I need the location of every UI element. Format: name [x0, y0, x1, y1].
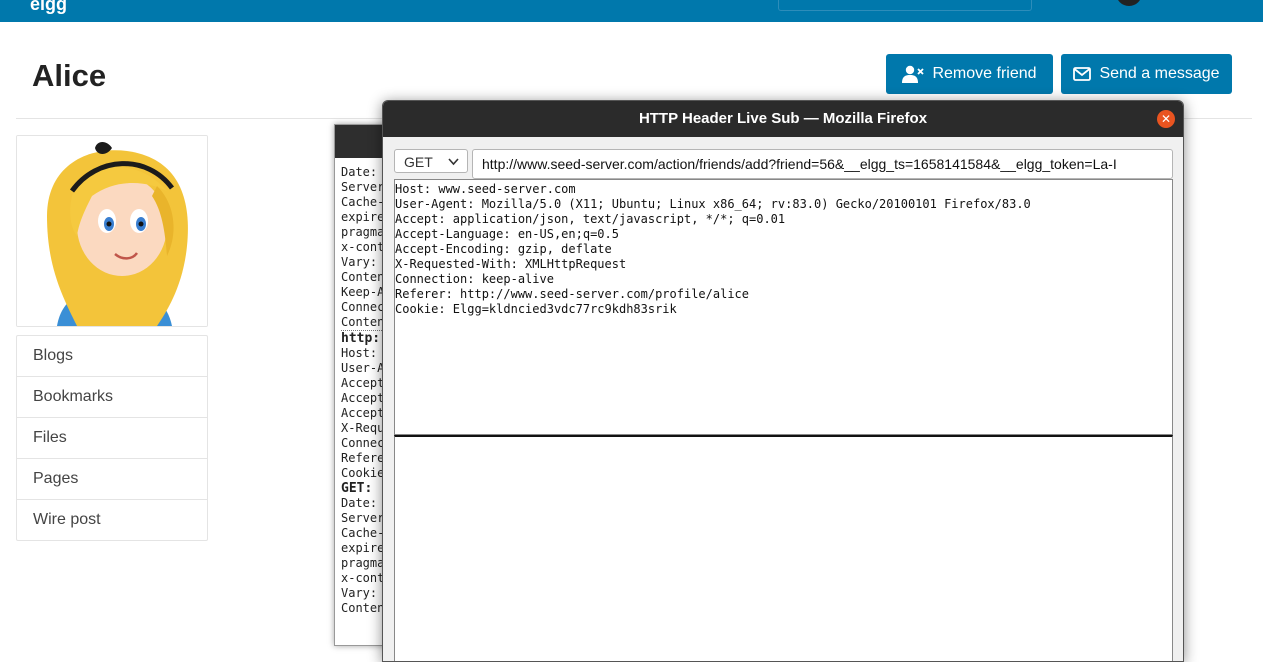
- menu-item-wire-post[interactable]: Wire post: [17, 499, 207, 540]
- header-line: User-Agent: Mozilla/5.0 (X11; Ubuntu; Li…: [395, 197, 1031, 211]
- header-line: X-Requested-With: XMLHttpRequest: [395, 257, 627, 271]
- header-line: Cookie: Elgg=kldncied3vdc77rc9kdh83srik: [395, 302, 677, 316]
- http-header-live-window: HTTP Header Live Sub — Mozilla Firefox ✕…: [382, 100, 1184, 662]
- remove-friend-label: Remove friend: [932, 65, 1037, 82]
- request-headers-textarea[interactable]: Host: www.seed-server.com User-Agent: Mo…: [394, 179, 1173, 435]
- top-navbar: elgg: [0, 0, 1263, 22]
- menu-item-blogs[interactable]: Blogs: [17, 336, 207, 376]
- page-title: Alice: [32, 58, 107, 93]
- header-line: Host: www.seed-server.com: [395, 182, 576, 196]
- header-line: Referer: http://www.seed-server.com/prof…: [395, 287, 750, 301]
- send-message-label: Send a message: [1099, 65, 1220, 82]
- header-line: Accept-Encoding: gzip, deflate: [395, 242, 612, 256]
- user-avatar-icon[interactable]: [1116, 0, 1142, 6]
- send-message-button[interactable]: Send a message: [1061, 54, 1232, 94]
- method-select[interactable]: GET: [394, 149, 468, 173]
- profile-avatar: [16, 135, 208, 327]
- get-label: GET:: [341, 481, 373, 496]
- envelope-icon: [1073, 67, 1092, 81]
- profile-menu: Blogs Bookmarks Files Pages Wire post: [16, 335, 208, 541]
- header-line: Accept: application/json, text/javascrip…: [395, 212, 786, 226]
- menu-item-files[interactable]: Files: [17, 417, 207, 458]
- remove-friend-button[interactable]: Remove friend: [886, 54, 1053, 94]
- header-line: Accept-Language: en-US,en;q=0.5: [395, 227, 619, 241]
- window-titlebar[interactable]: HTTP Header Live Sub — Mozilla Firefox: [383, 101, 1183, 137]
- background-header-log: Date: Server Cache-expire pragma x-cont Vary:…: [341, 165, 385, 615]
- user-remove-icon: [902, 65, 925, 83]
- post-data-textarea[interactable]: [394, 435, 1173, 661]
- header-line: Connection: keep-alive: [395, 272, 554, 286]
- method-value: GET: [404, 154, 433, 170]
- http-label: http:: [341, 331, 381, 346]
- search-input[interactable]: [778, 0, 1032, 11]
- menu-item-bookmarks[interactable]: Bookmarks: [17, 376, 207, 417]
- menu-item-pages[interactable]: Pages: [17, 458, 207, 499]
- url-input[interactable]: http://www.seed-server.com/action/friend…: [472, 149, 1173, 179]
- close-icon[interactable]: ✕: [1157, 110, 1175, 128]
- site-logo[interactable]: elgg: [30, 0, 67, 15]
